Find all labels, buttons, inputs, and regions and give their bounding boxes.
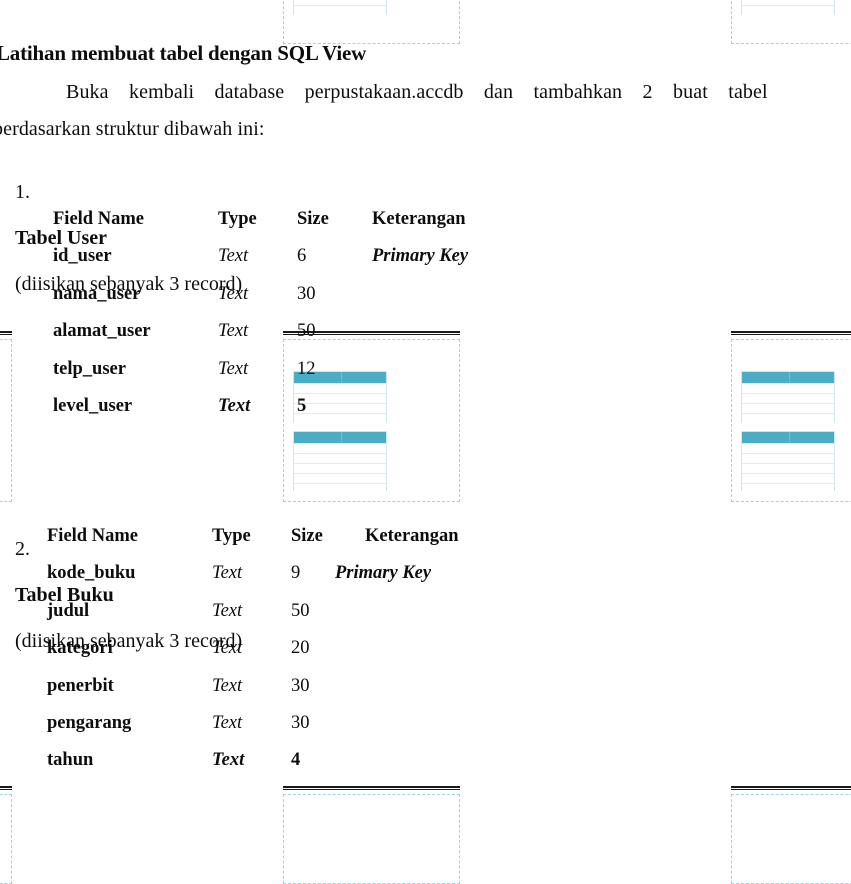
mini-table-row (742, 413, 834, 423)
mini-table-row (742, 403, 834, 413)
mini-table-graphic (741, 0, 835, 15)
cell-field-name: judul (47, 600, 90, 621)
cell-field-name: level_user (53, 395, 133, 416)
cell-type: Text (212, 563, 243, 584)
cell-type: Text (212, 750, 245, 771)
mini-table-row (294, 473, 386, 483)
cell-field-name: nama_user (53, 283, 141, 304)
cell-size: 50 (297, 321, 316, 342)
mini-table-column-divider (341, 432, 342, 443)
mini-table-row (294, 463, 386, 473)
mini-table-column-divider (341, 372, 342, 383)
column-header-keterangan: Keterangan (372, 209, 466, 229)
cell-field-name: penerbit (47, 675, 114, 696)
placeholder-rule-bottom-left (0, 786, 12, 790)
cell-size: 5 (297, 395, 307, 416)
mini-table-column-divider (789, 372, 790, 383)
column-header-field-name: Field Name (47, 526, 138, 546)
list-item-number: 2. (15, 538, 30, 560)
cell-type: Text (218, 321, 249, 342)
column-header-size: Size (297, 209, 329, 229)
mini-table-row (294, 393, 386, 403)
cell-type: Text (212, 600, 243, 621)
intro-paragraph-line-2: berdasarkan struktur dibawah ini: (0, 118, 265, 140)
page-title: Latihan membuat tabel dengan SQL View (0, 41, 367, 65)
cell-size: 30 (291, 675, 310, 696)
column-header-field-name: Field Name (53, 209, 144, 229)
mini-table-row (294, 413, 386, 423)
placeholder-frame-middle-left (0, 339, 12, 502)
cell-field-name: id_user (53, 246, 112, 267)
cell-size: 30 (291, 712, 310, 733)
mini-table-row (742, 393, 834, 403)
placeholder-rule-middle-right (731, 331, 851, 335)
mini-table-graphic (741, 431, 835, 493)
column-header-size: Size (291, 526, 323, 546)
placeholder-rule-middle-left (0, 331, 12, 335)
mini-table-header-bar (294, 432, 386, 443)
mini-table-graphic (293, 431, 387, 493)
intro-paragraph-line-1: Buka kembali database perpustakaan.accdb… (66, 81, 768, 103)
mini-table-row (742, 473, 834, 483)
placeholder-rule-bottom-center (283, 786, 460, 790)
cell-type: Text (218, 246, 249, 267)
cell-size: 4 (291, 750, 301, 771)
placeholder-frame-middle-right (731, 339, 851, 502)
column-header-type: Type (212, 526, 251, 546)
column-header-type: Type (218, 209, 257, 229)
cell-size: 9 (291, 563, 301, 584)
mini-table-column-divider (789, 432, 790, 443)
mini-table-header-bar (742, 432, 834, 443)
column-header-keterangan: Keterangan (365, 526, 459, 546)
cell-field-name: telp_user (53, 358, 126, 379)
list-item-number: 1. (15, 181, 30, 203)
mini-table-row (294, 403, 386, 413)
placeholder-frame-top-right (731, 0, 851, 44)
cell-type: Text (218, 358, 249, 379)
mini-table-row (294, 5, 386, 15)
cell-field-name: alamat_user (53, 321, 151, 342)
cell-size: 12 (297, 358, 316, 379)
cell-type: Text (212, 675, 243, 696)
placeholder-rule-bottom-right (731, 786, 851, 790)
cell-field-name: kode_buku (47, 563, 136, 584)
mini-table-row (294, 483, 386, 493)
placeholder-frame-top-center (283, 0, 460, 44)
mini-table-graphic (741, 371, 835, 423)
mini-table-row (294, 453, 386, 463)
placeholder-frame-bottom-center (283, 794, 460, 884)
mini-table-row (742, 483, 834, 493)
mini-table-header-bar (742, 372, 834, 383)
cell-keterangan: Primary Key (372, 246, 469, 267)
placeholder-frame-bottom-left (0, 794, 12, 884)
cell-field-name: tahun (47, 750, 94, 771)
mini-table-row (742, 453, 834, 463)
mini-table-graphic (293, 0, 387, 15)
cell-type: Text (212, 712, 243, 733)
cell-keterangan: Primary Key (335, 563, 432, 584)
cell-field-name: kategori (47, 638, 113, 659)
document-page: Latihan membuat tabel dengan SQL View Bu… (0, 0, 851, 884)
cell-type: Text (218, 283, 249, 304)
mini-table-row (294, 443, 386, 453)
mini-table-row (742, 383, 834, 393)
mini-table-row (294, 383, 386, 393)
placeholder-frame-bottom-right (731, 794, 851, 884)
cell-field-name: pengarang (47, 712, 132, 733)
cell-size: 50 (291, 600, 310, 621)
cell-type: Text (218, 395, 251, 416)
mini-table-row (742, 463, 834, 473)
mini-table-row (742, 443, 834, 453)
cell-size: 30 (297, 283, 316, 304)
mini-table-row (742, 5, 834, 15)
cell-size: 6 (297, 246, 307, 267)
cell-type: Text (212, 638, 243, 659)
cell-size: 20 (291, 638, 310, 659)
